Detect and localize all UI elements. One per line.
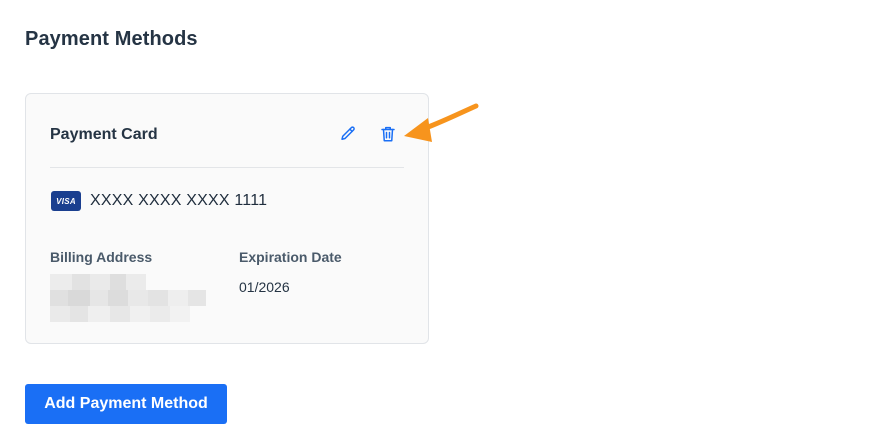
edit-button[interactable] <box>338 124 358 144</box>
page-title: Payment Methods <box>25 28 198 50</box>
delete-button[interactable] <box>378 124 398 144</box>
trash-icon <box>381 126 395 142</box>
add-payment-method-button[interactable]: Add Payment Method <box>25 384 227 424</box>
card-divider <box>50 167 404 168</box>
card-title: Payment Card <box>50 126 158 143</box>
redacted-billing-address <box>50 274 206 322</box>
payment-card: Payment Card VISA XXXX XXXX XXXX 1111 Bi… <box>25 93 429 344</box>
expiration-date-value: 01/2026 <box>239 279 290 295</box>
expiration-date-label: Expiration Date <box>239 249 342 265</box>
card-number: XXXX XXXX XXXX 1111 <box>90 192 268 209</box>
annotation-arrow-icon <box>404 103 479 142</box>
payment-methods-page: Payment Methods Payment Card VISA XXXX X… <box>0 0 875 445</box>
pencil-icon <box>341 126 355 140</box>
card-number-row: VISA XXXX XXXX XXXX 1111 <box>51 191 267 211</box>
visa-logo: VISA <box>51 191 81 211</box>
billing-address-label: Billing Address <box>50 249 153 265</box>
card-actions <box>338 124 398 144</box>
